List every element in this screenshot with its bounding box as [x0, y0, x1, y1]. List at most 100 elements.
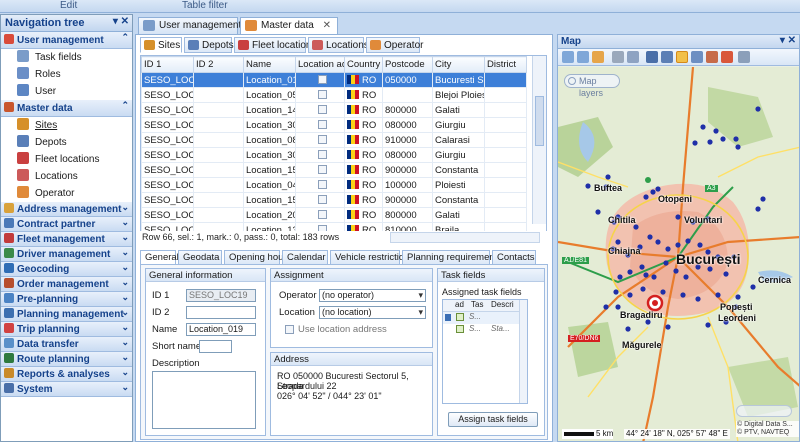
location-marker[interactable] [692, 140, 698, 146]
location-marker[interactable] [675, 242, 681, 248]
chevron-down-icon[interactable]: ⌄ [121, 202, 129, 213]
zoom-in-icon[interactable] [562, 51, 574, 63]
chevron-up-icon[interactable]: ⌃ [121, 100, 129, 111]
pan-icon[interactable] [661, 51, 673, 63]
tab-user-management[interactable]: User management [138, 17, 241, 34]
location-marker[interactable] [647, 234, 653, 240]
table-row[interactable]: SESO_LOC201 Location_201 RO 800000Galati [141, 207, 527, 223]
location-marker[interactable] [723, 271, 729, 277]
location-marker[interactable] [700, 124, 706, 130]
nav-group-address-management[interactable]: Address management ⌄ [1, 202, 132, 217]
task-row[interactable]: S... Sta... [443, 324, 527, 336]
location-marker[interactable] [645, 319, 651, 325]
map-panel-controls[interactable]: ▾ ✕ [780, 35, 796, 46]
column-header[interactable]: ID 1 [141, 56, 194, 73]
location-marker[interactable] [715, 292, 721, 298]
tab-sites[interactable]: Sites [140, 37, 182, 53]
location-marker[interactable] [705, 322, 711, 328]
location-marker[interactable] [735, 144, 741, 150]
tab-operator[interactable]: Operator [366, 37, 423, 53]
location-marker[interactable] [683, 274, 689, 280]
column-header[interactable]: Name [243, 56, 296, 73]
select-icon[interactable] [646, 51, 658, 63]
tab-contacts[interactable]: Contacts [492, 250, 536, 265]
chevron-down-icon[interactable]: ⌄ [121, 352, 129, 363]
location-address-checkbox[interactable] [318, 134, 327, 144]
short-name-field[interactable] [199, 340, 232, 353]
location-marker[interactable] [651, 274, 657, 280]
nav-group-data-transfer[interactable]: Data transfer ⌄ [1, 337, 132, 352]
id2-field[interactable] [186, 306, 256, 319]
map-layers-button[interactable]: Map layers [564, 74, 620, 98]
save-map-icon[interactable] [627, 51, 639, 63]
nav-group-order-management[interactable]: Order management ⌄ [1, 277, 132, 292]
description-field[interactable] [152, 371, 256, 429]
tab-fleet-locations[interactable]: Fleet locations [234, 37, 316, 53]
grid-vertical-scrollbar[interactable] [532, 56, 546, 224]
tab-planning-requirements[interactable]: Planning requirements [402, 250, 502, 265]
nav-group-pre-planning[interactable]: Pre-planning ⌄ [1, 292, 132, 307]
route-icon[interactable] [721, 51, 733, 63]
location-marker[interactable] [615, 239, 621, 245]
nav-group-system[interactable]: System ⌄ [1, 382, 132, 397]
tab-geodata[interactable]: Geodata [178, 250, 222, 265]
location-marker[interactable] [750, 284, 756, 290]
use-location-address-checkbox[interactable] [285, 325, 294, 334]
task-fields-scrollbar[interactable] [519, 300, 527, 403]
location-marker[interactable] [697, 242, 703, 248]
chevron-down-icon[interactable]: ⌄ [121, 277, 129, 288]
table-row[interactable]: SESO_LOC301 Location_301 RO 080000Giurgiu [141, 117, 527, 133]
nav-group-contract-partner[interactable]: Contract partner ⌄ [1, 217, 132, 232]
nav-group-driver-management[interactable]: Driver management ⌄ [1, 247, 132, 262]
location-marker[interactable] [665, 246, 671, 252]
tab-opening-hours[interactable]: Opening hours [224, 250, 291, 265]
location-marker[interactable] [663, 260, 669, 266]
table-row[interactable]: SESO_LOC300 Location_300 RO 080000Giurgiu [141, 147, 527, 163]
nav-item-operator[interactable]: Operator [1, 185, 132, 202]
location-marker[interactable] [627, 292, 633, 298]
nav-item-depots[interactable]: Depots [1, 134, 132, 151]
location-marker[interactable] [755, 206, 761, 212]
nav-group-user-management[interactable]: User management ⌃ [1, 32, 132, 49]
chevron-down-icon[interactable]: ⌄ [121, 322, 129, 333]
location-address-checkbox[interactable] [318, 104, 327, 114]
location-address-checkbox[interactable] [318, 149, 327, 159]
location-select[interactable]: (no location) [319, 306, 426, 319]
assign-task-fields-button[interactable]: Assign task fields [448, 412, 538, 427]
chevron-up-icon[interactable]: ⌃ [121, 32, 129, 43]
column-header[interactable]: Postcode [382, 56, 433, 73]
location-marker[interactable] [617, 274, 623, 280]
location-marker[interactable] [707, 139, 713, 145]
location-marker[interactable] [755, 106, 761, 112]
tab-calendar[interactable]: Calendar [282, 250, 328, 265]
location-marker[interactable] [665, 324, 671, 330]
zoom-extent-icon[interactable] [592, 51, 604, 63]
location-marker[interactable] [685, 238, 691, 244]
chevron-down-icon[interactable]: ⌄ [121, 292, 129, 303]
location-marker[interactable] [675, 214, 681, 220]
tab-general[interactable]: General [140, 250, 179, 265]
location-marker[interactable] [643, 194, 649, 200]
grid-scroll-thumb[interactable] [535, 96, 544, 146]
chevron-down-icon[interactable]: ⌄ [121, 367, 129, 378]
column-header[interactable]: ID 2 [193, 56, 244, 73]
location-address-checkbox[interactable] [318, 194, 327, 204]
column-header[interactable]: City [432, 56, 485, 73]
print-icon[interactable] [612, 51, 624, 63]
table-row[interactable]: SESO_LOC53 Location_053 RO Blejoi Ploies... [141, 87, 527, 103]
location-address-checkbox[interactable] [318, 209, 327, 219]
location-marker[interactable] [605, 174, 611, 180]
close-tab-icon[interactable]: ✕ [323, 20, 331, 31]
location-marker[interactable] [640, 286, 646, 292]
chevron-down-icon[interactable]: ⌄ [121, 217, 129, 228]
rectangle-select-icon[interactable] [676, 51, 688, 63]
nav-item-fleet-locations[interactable]: Fleet locations [1, 151, 132, 168]
location-marker[interactable] [760, 196, 766, 202]
location-marker[interactable] [595, 209, 601, 215]
chevron-down-icon[interactable]: ⌄ [121, 337, 129, 348]
tab-locations[interactable]: Locations [308, 37, 369, 53]
table-row[interactable]: SESO_LOC142 Location_142 RO 800000Galati [141, 102, 527, 118]
location-marker[interactable] [660, 289, 666, 295]
nav-item-task-fields[interactable]: Task fields [1, 49, 132, 66]
name-field[interactable]: Location_019 [186, 323, 256, 336]
